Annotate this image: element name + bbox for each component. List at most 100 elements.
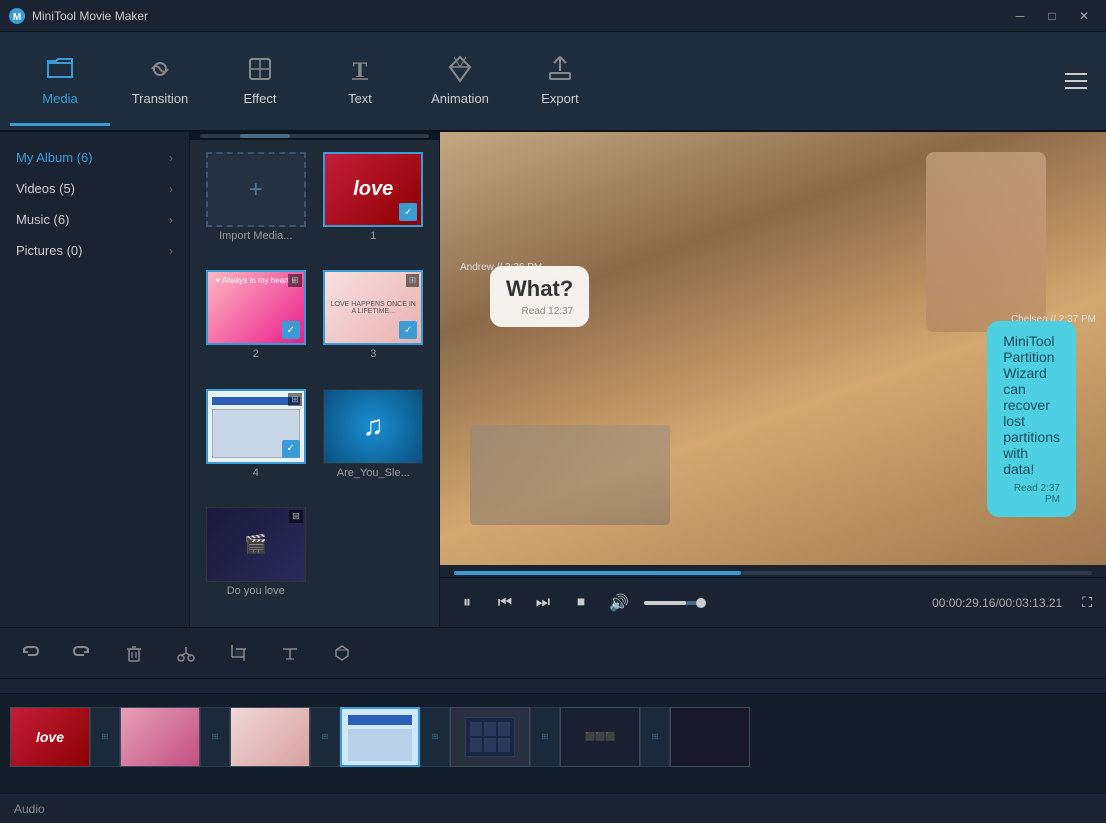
app-title: MiniTool Movie Maker [32,9,1006,23]
media-item-music[interactable]: ♫ Are_You_Sle... [316,385,432,501]
step-forward-button[interactable]: ⏭ [530,590,556,616]
timeline-thumb-4 [340,707,420,767]
scrollbar-track [200,134,429,138]
chat-sender-1: Andrew // 2:36 PM What? Read 12:37 [460,262,542,275]
timeline-clip-3[interactable] [230,707,310,767]
timeline-clip-4[interactable] [340,707,420,767]
toolbar-animation[interactable]: Animation [410,36,510,126]
diamond-icon [444,53,476,85]
stop-button[interactable]: ⏹ [568,590,594,616]
window-controls: ─ □ ✕ [1006,5,1098,27]
toolbar-effect-label: Effect [243,91,276,106]
sidebar-item-music[interactable]: Music (6) › [0,204,189,235]
gem-icon [332,643,352,663]
chat-bubble-1: What? Read 12:37 [490,266,589,327]
toolbar-export-label: Export [541,91,579,106]
edit-toolbar [0,627,1106,679]
volume-button[interactable]: 🔊 [606,590,632,616]
text-add-icon [280,643,300,663]
playback-controls: ⏸ ⏮ ⏭ ⏹ 🔊 00:00:29.16/00:03:13.21 ⛶ [440,577,1106,627]
sidebar-item-pictures[interactable]: Pictures (0) › [0,235,189,266]
media-item-2[interactable]: ♥ Always in my heart ♥ ✓ ⊞ 2 [198,266,314,382]
volume-slider[interactable] [644,601,704,605]
media-thumb-img-1: love ✓ [323,152,423,227]
media-label-3: 3 [370,348,376,360]
transition-icon [144,53,176,85]
media-label-video: Do you love [227,585,285,597]
toolbar-media[interactable]: Media [10,36,110,126]
timeline-transition-2-3[interactable]: ⊞ [200,707,230,767]
import-button[interactable]: + [206,152,306,227]
media-item-4[interactable]: ✓ ⊞ 4 [198,385,314,501]
scrollbar-thumb [240,134,290,138]
toolbar-media-label: Media [42,91,77,106]
volume-handle [696,598,706,608]
progress-bar-area[interactable] [440,565,1106,577]
toolbar-transition[interactable]: Transition [110,36,210,126]
import-media-item[interactable]: + Import Media... [198,148,314,264]
cut-button[interactable] [170,637,202,669]
timeline-clip-5[interactable] [450,707,530,767]
toolbar-text-label: Text [348,91,372,106]
chevron-right-icon: › [169,213,173,227]
redo-button[interactable] [66,637,98,669]
preview-image: Andrew // 2:36 PM What? Read 12:37 Chels… [440,132,1106,565]
timeline-thumb-5 [450,707,530,767]
toolbar-export[interactable]: Export [510,36,610,126]
chevron-right-icon: › [169,244,173,258]
effects-button[interactable] [326,637,358,669]
toolbar-effect[interactable]: Effect [210,36,310,126]
timeline-transition-6-7[interactable]: ⊞ [640,707,670,767]
timeline-transition-5-6[interactable]: ⊞ [530,707,560,767]
selected-check-2: ✓ [282,321,300,339]
media-panel: + Import Media... love ✓ 1 ♥ Always in m… [190,132,440,627]
text-overlay-button[interactable] [274,637,306,669]
minimize-button[interactable]: ─ [1006,5,1034,27]
crop-button[interactable] [222,637,254,669]
sidebar-item-album[interactable]: My Album (6) › [0,142,189,173]
timeline-thumb-6 [560,707,640,767]
delete-button[interactable] [118,637,150,669]
media-item-1[interactable]: love ✓ 1 [316,148,432,264]
selected-check-1: ✓ [399,203,417,221]
media-item-video[interactable]: 🎬 ⊞ Do you love [198,503,314,619]
timeline-transition-1-2[interactable]: ⊞ [90,707,120,767]
undo-icon [20,643,40,663]
chat-bubble-2: MiniTool Partition Wizard can recover lo… [987,321,1076,517]
import-label: Import Media... [219,230,292,242]
timeline-transition-3-4[interactable]: ⊞ [310,707,340,767]
timeline-thumb-7 [670,707,750,767]
sidebar: My Album (6) › Videos (5) › Music (6) › … [0,132,190,627]
media-item-3[interactable]: LOVE HAPPENS ONCE IN A LIFETIME... ✓ ⊞ 3 [316,266,432,382]
timeline-clip-7[interactable] [670,707,750,767]
media-scrollbar[interactable] [190,132,439,140]
undo-button[interactable] [14,637,46,669]
crop-icon [228,643,248,663]
progress-bar[interactable] [454,571,1092,575]
pause-button[interactable]: ⏸ [454,590,480,616]
timeline-thumb-3 [230,707,310,767]
step-back-button[interactable]: ⏮ [492,590,518,616]
timeline-transition-4-5[interactable]: ⊞ [420,707,450,767]
timeline-clip-2[interactable] [120,707,200,767]
timeline: love ⊞ ⊞ ⊞ ⊞ [0,693,1106,779]
close-button[interactable]: ✕ [1070,5,1098,27]
sidebar-item-videos[interactable]: Videos (5) › [0,173,189,204]
scissors-icon [176,643,196,663]
fullscreen-button[interactable]: ⛶ [1082,594,1092,611]
chevron-right-icon: › [169,182,173,196]
chat-area-right: Chelsea // 2:37 PM MiniTool Partition Wi… [1011,314,1096,328]
preview-panel: Andrew // 2:36 PM What? Read 12:37 Chels… [440,132,1106,627]
timeline-container: ⌄ love ⊞ ⊞ ⊞ [0,693,1106,793]
text-icon: T [344,53,376,85]
media-label-music: Are_You_Sle... [337,467,410,479]
toolbar-text[interactable]: T Text [310,36,410,126]
chevron-right-icon: › [169,151,173,165]
menu-button[interactable] [1056,61,1096,101]
timeline-clip-1[interactable]: love [10,707,90,767]
toolbar: Media Transition Effect T Text A [0,32,1106,132]
maximize-button[interactable]: □ [1038,5,1066,27]
timeline-thumb-2 [120,707,200,767]
timeline-clip-6[interactable] [560,707,640,767]
selected-check-3: ✓ [399,321,417,339]
